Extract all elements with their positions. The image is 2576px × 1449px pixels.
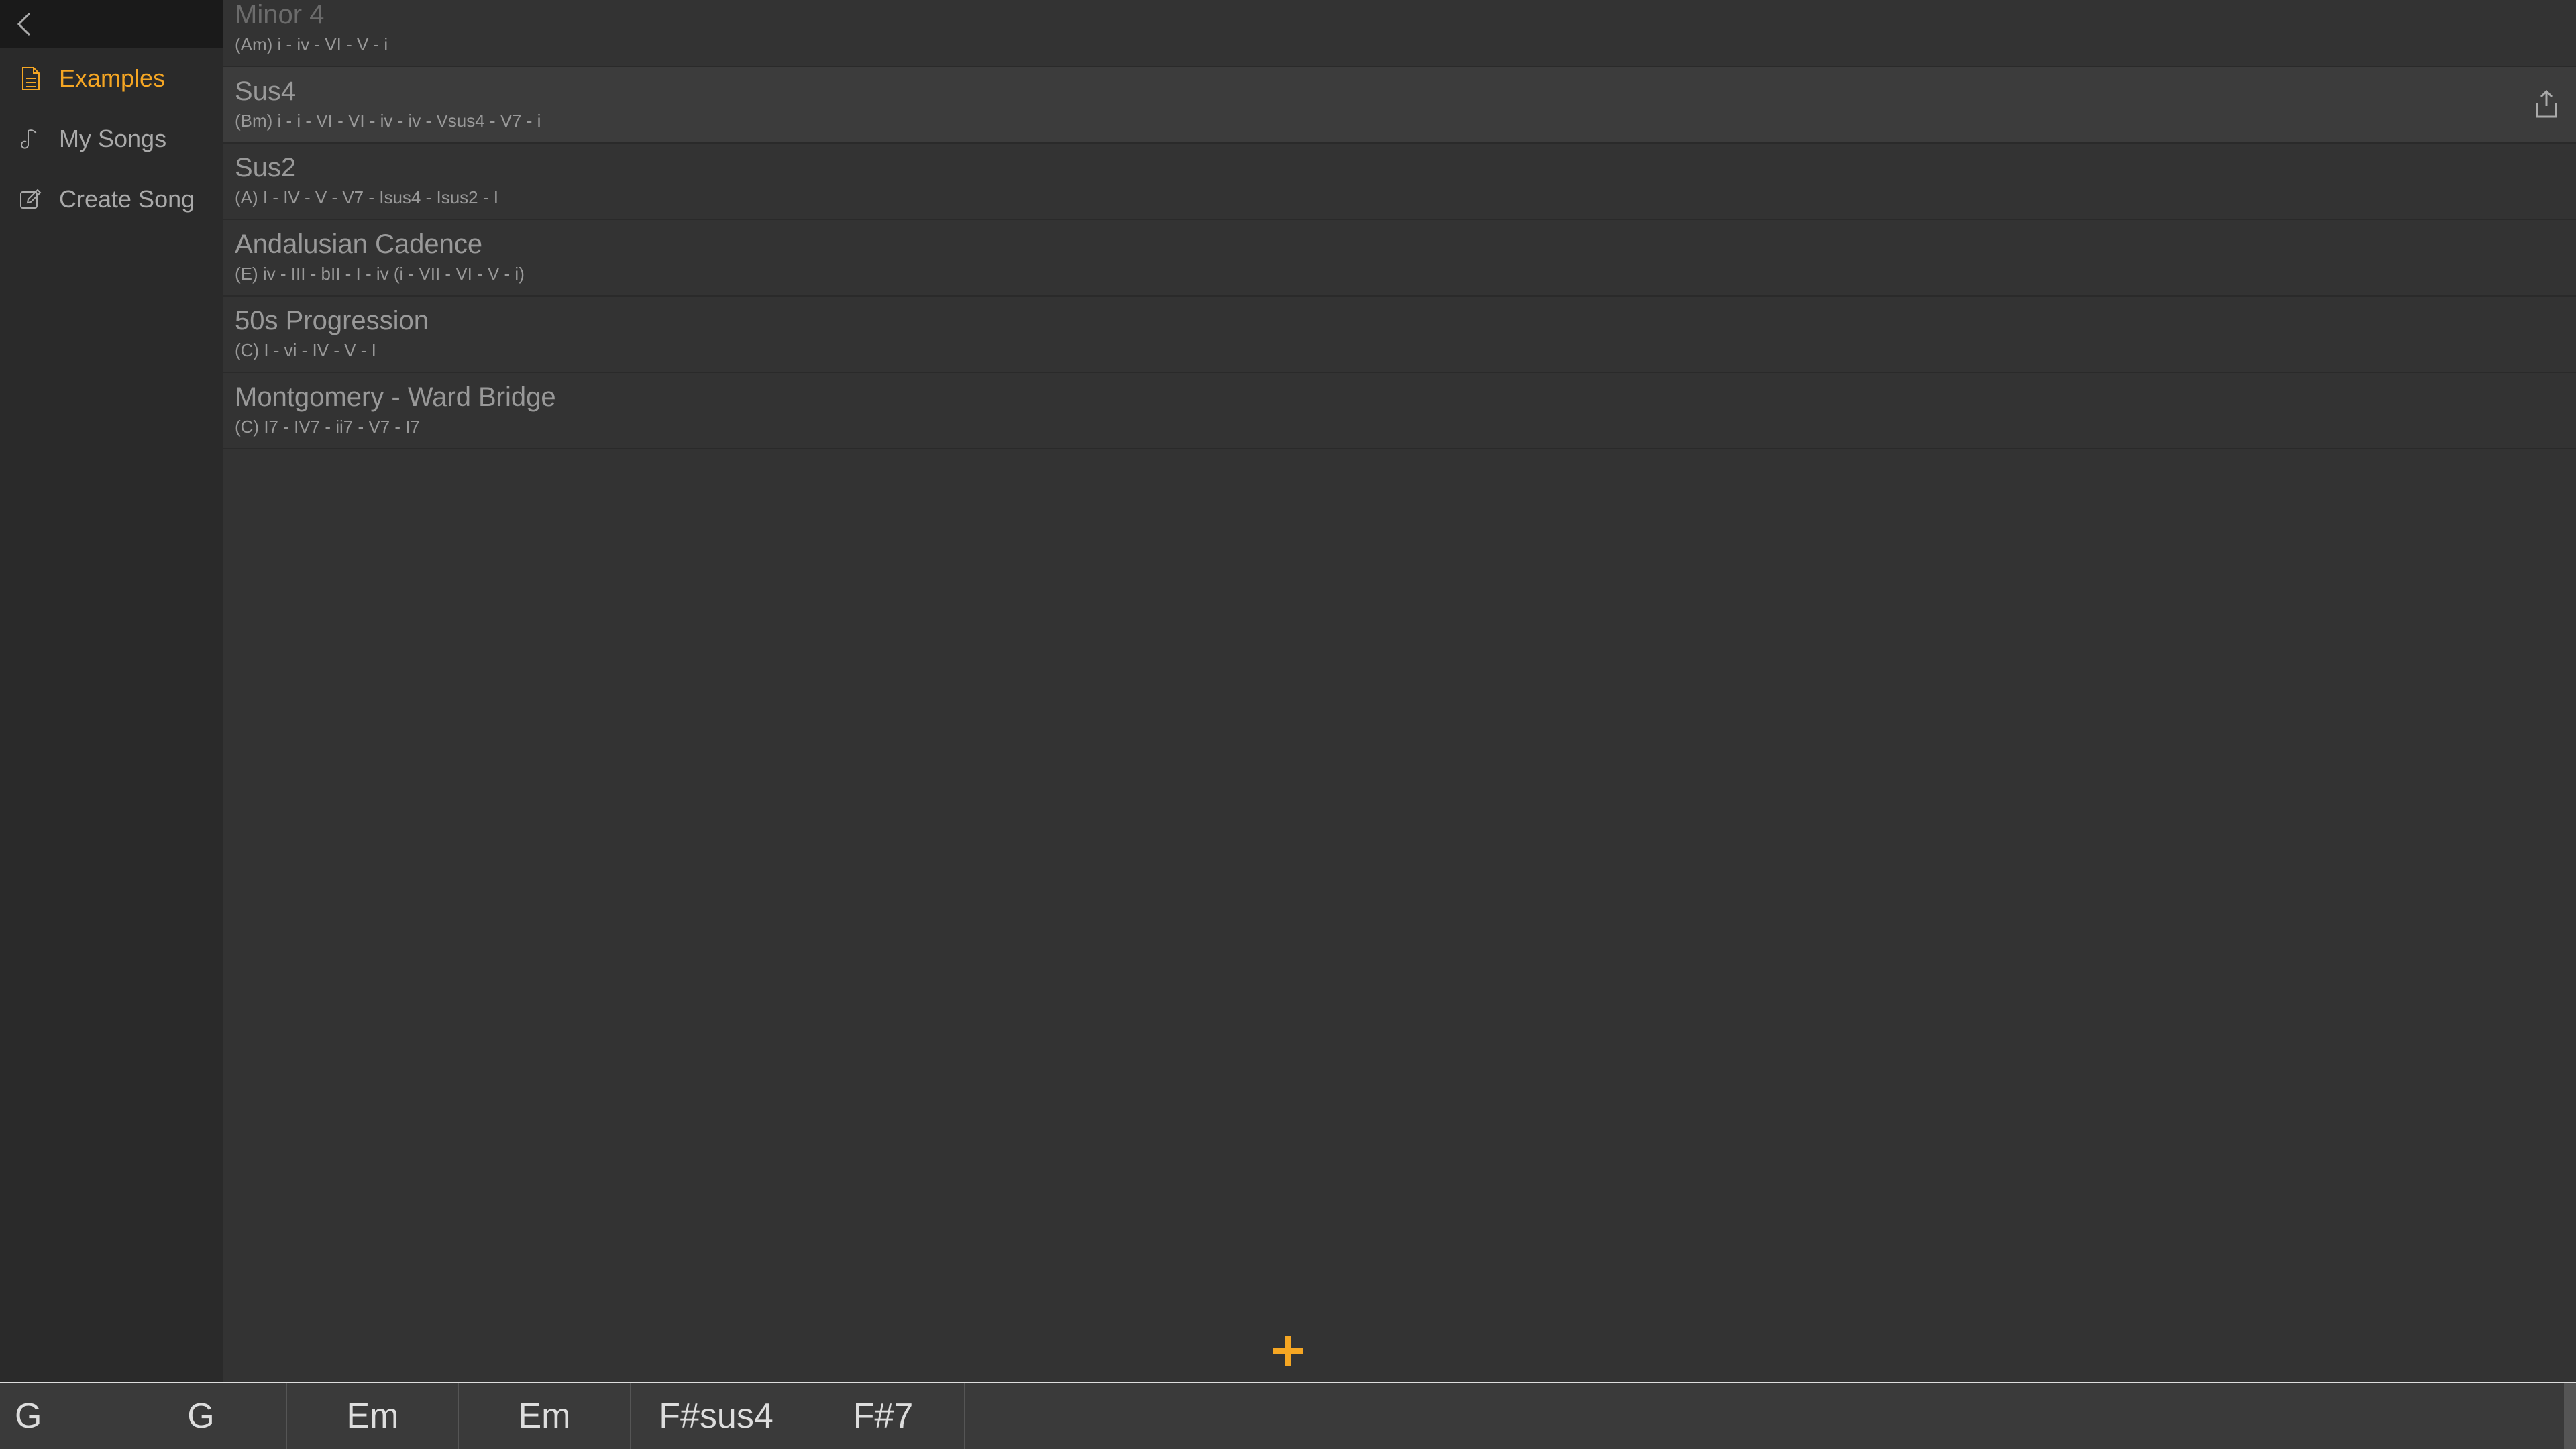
song-row[interactable]: Sus4 (Bm) i - i - VI - VI - iv - iv - Vsu… [223,67,2576,144]
chord-cell[interactable]: F#sus4 [631,1383,802,1449]
song-title: Montgomery - Ward Bridge [235,382,2564,413]
edit-icon [19,187,43,211]
sidebar-item-label: Examples [59,64,165,93]
song-title: Andalusian Cadence [235,229,2564,260]
sidebar-item-examples[interactable]: Examples [0,48,223,109]
chord-label: Em [519,1396,571,1436]
share-button[interactable] [2530,89,2563,121]
song-progression: (Am) i - iv - VI - V - i [235,34,2564,55]
chord-cell[interactable]: F#7 [802,1383,965,1449]
chord-cell[interactable]: G [0,1383,115,1449]
chord-cell[interactable]: G [115,1383,287,1449]
song-row[interactable]: Andalusian Cadence (E) iv - III - bII - I… [223,220,2576,297]
add-button[interactable] [1272,1334,1304,1374]
song-row[interactable]: Montgomery - Ward Bridge (C) I7 - IV7 - i… [223,373,2576,449]
song-progression: (Bm) i - i - VI - VI - iv - iv - Vsus4 -… [235,111,2564,131]
chord-label: G [15,1396,42,1436]
song-list: Minor 4 (Am) i - iv - VI - V - i Sus4 (Bm) … [223,0,2576,1382]
song-title: Minor 4 [235,0,2564,30]
music-note-icon [19,127,43,151]
song-row[interactable]: 50s Progression (C) I - vi - IV - V - I [223,297,2576,373]
song-progression: (C) I - vi - IV - V - I [235,340,2564,361]
chord-cell[interactable]: Em [287,1383,459,1449]
chord-label: F#sus4 [659,1396,773,1436]
song-title: 50s Progression [235,306,2564,336]
chevron-left-icon [15,11,34,38]
sidebar: Examples My Songs Create Song [0,48,223,1382]
sidebar-item-my-songs[interactable]: My Songs [0,109,223,169]
song-row[interactable]: Minor 4 (Am) i - iv - VI - V - i [223,0,2576,67]
song-progression: (E) iv - III - bII - I - iv (i - VII - V… [235,264,2564,284]
sidebar-item-label: Create Song [59,185,195,213]
share-icon [2533,89,2560,121]
song-progression: (A) I - IV - V - V7 - Isus4 - Isus2 - I [235,187,2564,208]
chord-label: F#7 [853,1396,914,1436]
song-row[interactable]: Sus2 (A) I - IV - V - V7 - Isus4 - Isus2 … [223,144,2576,220]
sidebar-item-label: My Songs [59,125,166,153]
chord-label: G [187,1396,214,1436]
song-progression: (C) I7 - IV7 - ii7 - V7 - I7 [235,417,2564,437]
song-title: Sus4 [235,76,2564,107]
chord-cell[interactable]: Em [459,1383,631,1449]
sidebar-item-create-song[interactable]: Create Song [0,169,223,229]
document-icon [19,66,43,91]
plus-icon [1272,1335,1304,1367]
chord-bar: G G Em Em F#sus4 F#7 [0,1382,2576,1449]
back-button[interactable] [0,0,48,48]
chord-label: Em [347,1396,399,1436]
song-title: Sus2 [235,153,2564,183]
